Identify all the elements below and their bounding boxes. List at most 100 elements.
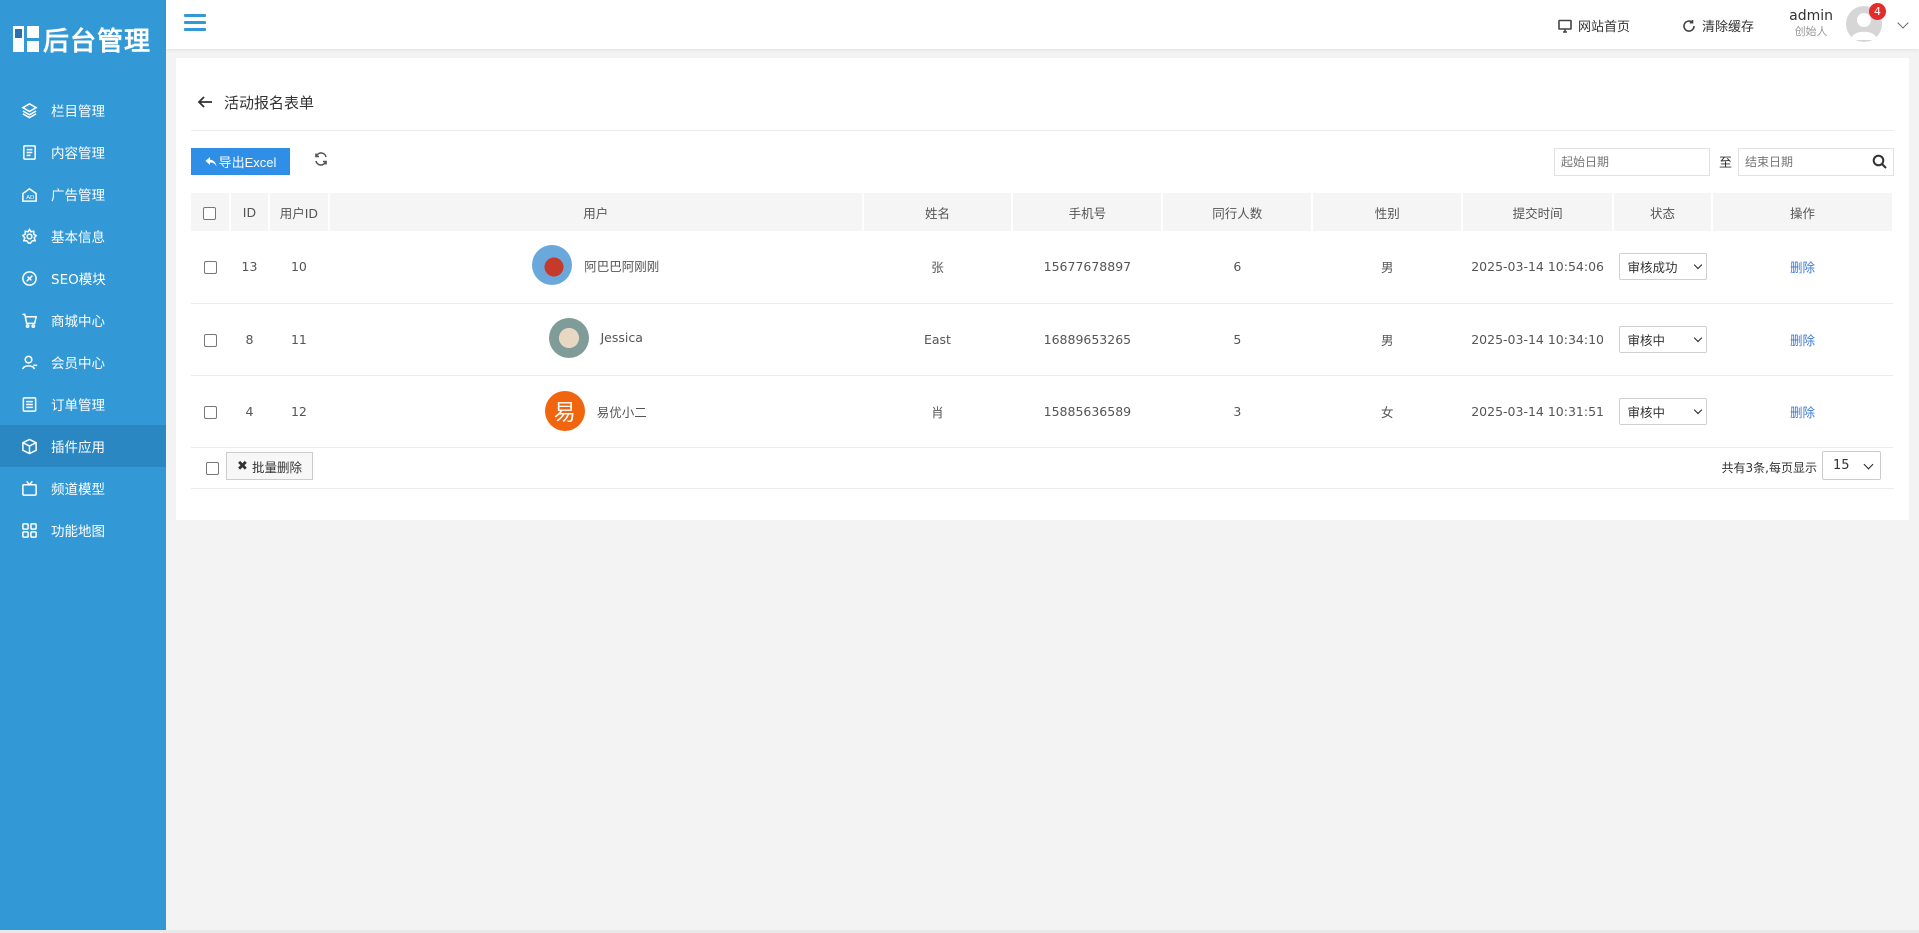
row-checkbox[interactable]: [203, 261, 217, 275]
sidebar-item-label: 内容管理: [51, 146, 105, 162]
back-arrow-icon[interactable]: [197, 94, 215, 112]
sidebar-item-content[interactable]: 内容管理: [0, 131, 166, 173]
start-date-input[interactable]: [1554, 148, 1710, 176]
sidebar-item-label: 频道模型: [51, 482, 105, 498]
status-select[interactable]: 审核成功: [1618, 253, 1707, 281]
sidebar-item-label: SEO模块: [51, 272, 106, 288]
column-header[interactable]: 姓名: [862, 193, 1014, 231]
end-date-input[interactable]: [1738, 148, 1894, 176]
column-header[interactable]: 同行人数: [1162, 193, 1314, 231]
cell-time: 2025-03-14 10:31:51: [1462, 375, 1614, 448]
column-header[interactable]: 用户: [328, 193, 864, 231]
user-nickname: Jessica: [600, 330, 643, 345]
cell-phone: 16889653265: [1012, 303, 1163, 376]
export-excel-button[interactable]: 导出Excel: [191, 148, 290, 175]
layers-icon: [20, 101, 38, 119]
column-header[interactable]: 用户ID: [268, 193, 330, 231]
column-header[interactable]: 性别: [1312, 193, 1464, 231]
sidebar-item-basic-info[interactable]: 基本信息: [0, 215, 166, 257]
status-select[interactable]: 审核中: [1618, 397, 1707, 425]
sidebar-item-function-map[interactable]: 功能地图: [0, 509, 166, 551]
page-size-select[interactable]: 15: [1822, 451, 1881, 480]
page-size-value: 15: [1833, 458, 1850, 473]
select-all-checkbox[interactable]: [203, 206, 217, 220]
close-icon: ✖: [237, 458, 248, 474]
column-header[interactable]: 操作: [1712, 193, 1894, 231]
sidebar-item-channel[interactable]: 频道模型: [0, 467, 166, 509]
user-avatar: [548, 317, 589, 358]
cell-time: 2025-03-14 10:34:10: [1462, 303, 1614, 376]
table-row: 13 10 阿巴巴阿刚刚 张 15677678897 6 男 2025-03-1…: [191, 231, 1893, 304]
clear-cache-link[interactable]: 清除缓存: [1682, 16, 1754, 35]
sidebar-item-label: 商城中心: [51, 314, 105, 330]
cell-status: 审核中: [1613, 303, 1713, 376]
reload-icon[interactable]: [314, 152, 328, 166]
sidebar-item-seo[interactable]: SEO模块: [0, 257, 166, 299]
row-checkbox[interactable]: [203, 333, 217, 347]
sidebar-item-label: 插件应用: [51, 440, 105, 456]
site-home-link[interactable]: 网站首页: [1558, 16, 1630, 35]
row-checkbox[interactable]: [203, 405, 217, 419]
logo[interactable]: 后台管理: [0, 0, 166, 78]
select-all-footer-checkbox[interactable]: [206, 462, 219, 475]
user-avatar: [532, 245, 573, 286]
cell-gender: 男: [1312, 303, 1463, 376]
user-nickname: 易优小二: [596, 404, 647, 420]
sidebar-item-ads[interactable]: AD 广告管理: [0, 173, 166, 215]
cell-phone: 15677678897: [1012, 231, 1163, 304]
status-select[interactable]: 审核中: [1618, 325, 1707, 353]
chevron-down-icon: [1863, 459, 1874, 469]
cell-id: 13: [229, 231, 269, 304]
delete-link[interactable]: 删除: [1790, 260, 1815, 275]
sidebar-item-column[interactable]: 栏目管理: [0, 89, 166, 131]
document-icon: [20, 143, 38, 161]
site-home-label: 网站首页: [1578, 20, 1631, 35]
table-row: 8 11 Jessica East 16889653265 5 男 2025-0…: [191, 303, 1893, 376]
clear-cache-label: 清除缓存: [1702, 20, 1755, 35]
cell-user: Jessica: [328, 303, 863, 376]
notification-badge[interactable]: 4: [1869, 3, 1886, 20]
cell-user-id: 12: [268, 375, 329, 448]
chevron-down-icon[interactable]: [1897, 17, 1909, 29]
sidebar-item-orders[interactable]: 订单管理: [0, 383, 166, 425]
table-footer: ✖ 批量删除 共有3条,每页显示 15: [191, 446, 1894, 489]
date-separator: 至: [1719, 156, 1733, 171]
tv-icon: [20, 479, 38, 497]
sidebar-item-shop[interactable]: 商城中心: [0, 299, 166, 341]
chevron-down-icon: [1693, 261, 1702, 270]
cell-id: 4: [229, 375, 269, 448]
logo-mark-icon: [13, 26, 39, 52]
status-value: 审核中: [1627, 404, 1666, 420]
search-icon[interactable]: [1872, 154, 1887, 169]
sidebar-item-members[interactable]: 会员中心: [0, 341, 166, 383]
delete-link[interactable]: 删除: [1790, 333, 1815, 348]
sidebar-item-plugins[interactable]: 插件应用: [0, 425, 166, 467]
menu-toggle-icon[interactable]: [184, 14, 206, 32]
batch-delete-button[interactable]: ✖ 批量删除: [226, 452, 313, 480]
status-value: 审核中: [1627, 332, 1666, 348]
cube-icon: [20, 437, 38, 455]
logo-text: 后台管理: [43, 26, 152, 57]
cell-action: 删除: [1712, 375, 1893, 448]
user-avatar: 易: [544, 391, 585, 431]
cell-time: 2025-03-14 10:54:06: [1462, 231, 1614, 304]
select-all-cell: [191, 193, 231, 231]
cell-name: 肖: [862, 375, 1013, 448]
delete-link[interactable]: 删除: [1790, 405, 1815, 420]
user-info[interactable]: admin 创始人: [1789, 7, 1833, 39]
cell-companions: 6: [1162, 231, 1313, 304]
refresh-icon: [1683, 19, 1695, 32]
sidebar-item-label: 功能地图: [51, 524, 105, 540]
list-icon: [20, 395, 38, 413]
gear-icon: [20, 227, 38, 245]
monitor-icon: [1558, 19, 1572, 33]
column-header[interactable]: ID: [229, 193, 270, 231]
cell-status: 审核成功: [1613, 231, 1713, 304]
cell-user: 阿巴巴阿刚刚: [328, 231, 863, 304]
user-icon: [20, 353, 38, 371]
sidebar: 后台管理 栏目管理 内容管理 AD 广告管理 基本信息 SEO模块 商城中心 会…: [0, 0, 166, 933]
column-header[interactable]: 提交时间: [1462, 193, 1615, 231]
column-header[interactable]: 状态: [1613, 193, 1714, 231]
pagination-info: 共有3条,每页显示: [1721, 461, 1817, 475]
column-header[interactable]: 手机号: [1012, 193, 1164, 231]
